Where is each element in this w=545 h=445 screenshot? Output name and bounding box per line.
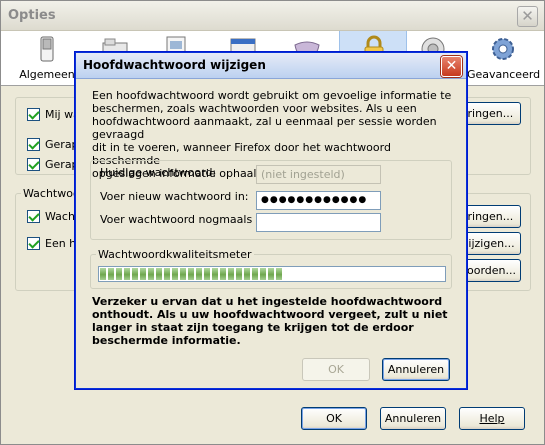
close-icon: ✕ [445, 58, 458, 74]
tab-algemeen[interactable]: Algemeen [15, 31, 79, 85]
checkbox-gerapporteerd-1[interactable] [27, 138, 40, 151]
switch-icon [40, 36, 54, 62]
quality-meter-block [260, 268, 266, 280]
quality-meter-block [132, 268, 138, 280]
quality-meter-block [196, 268, 202, 280]
options-ok-button[interactable]: OK [301, 407, 367, 430]
quality-meter-block [164, 268, 170, 280]
new-password-field[interactable]: ●●●●●●●●●●●● [256, 191, 381, 210]
warning-line: onthoudt. Als u uw hoofdwachtwoord verge… [92, 308, 448, 321]
dialog-title: Hoofdwachtwoord wijzigen [83, 58, 266, 72]
current-password-label: Huidige wachtwoord: [100, 166, 217, 179]
dialog-close-button[interactable]: ✕ [441, 56, 462, 77]
quality-meter-block [244, 268, 250, 280]
help-label: Help [479, 412, 505, 425]
dialog-warning-text: Verzeker u ervan dat u het ingestelde ho… [92, 295, 452, 347]
quality-meter-block [108, 268, 114, 280]
confirm-password-field[interactable] [256, 213, 381, 232]
dialog-ok-button[interactable]: OK [302, 358, 370, 381]
quality-meter-block [268, 268, 274, 280]
gear-icon [492, 38, 514, 60]
quality-meter-block [204, 268, 210, 280]
quality-meter-block [140, 268, 146, 280]
quality-meter-block [276, 268, 282, 280]
password-quality-meter [98, 266, 446, 282]
confirm-password-label: Voer wachtwoord nogmaals in: [100, 213, 270, 226]
close-icon: ✕ [521, 7, 534, 25]
quality-meter-block [100, 268, 106, 280]
dialog-titlebar: Hoofdwachtwoord wijzigen ✕ [76, 53, 466, 79]
warning-line: Verzeker u ervan dat u het ingestelde ho… [92, 295, 443, 308]
quality-meter-block [252, 268, 258, 280]
quality-meter-block [188, 268, 194, 280]
checkbox-remember-passwords[interactable] [27, 210, 40, 223]
options-title: Opties [8, 8, 56, 23]
warning-line: langer in staat zijn toegang te krijgen … [92, 321, 414, 334]
intro-line: Een hoofdwachtwoord wordt gebruikt om ge… [92, 89, 452, 102]
new-password-label: Voer nieuw wachtwoord in: [100, 190, 249, 203]
options-cancel-button[interactable]: Annuleren [380, 407, 446, 430]
intro-line: beschermen, zoals wachtwoorden voor webs… [92, 102, 417, 115]
change-master-password-dialog: Hoofdwachtwoord wijzigen ✕ Een hoofdwach… [75, 52, 467, 389]
checkbox-mij-waarschuwen[interactable] [27, 108, 40, 121]
quality-meter-block [228, 268, 234, 280]
options-close-button[interactable]: ✕ [517, 6, 538, 27]
checkbox-master-password[interactable] [27, 237, 40, 250]
tab-geavanceerd-label: Geavanceerd [467, 68, 541, 81]
dialog-cancel-button[interactable]: Annuleren [382, 358, 450, 381]
quality-meter-block [148, 268, 154, 280]
options-help-button[interactable]: Help [459, 407, 525, 430]
quality-meter-block [220, 268, 226, 280]
intro-line: hoofdwachtwoord aanmaakt, zal u eenmaal … [92, 115, 437, 141]
quality-meter-block [172, 268, 178, 280]
quality-meter-block [236, 268, 242, 280]
quality-meter-block [124, 268, 130, 280]
quality-meter-block [180, 268, 186, 280]
options-titlebar: Opties ✕ [1, 1, 544, 31]
quality-meter-title: Wachtwoordkwaliteitsmeter [96, 248, 254, 261]
tab-geavanceerd[interactable]: Geavanceerd [467, 31, 541, 85]
quality-meter-block [156, 268, 162, 280]
warning-line: beschermde informatie. [92, 334, 241, 347]
quality-meter-block [212, 268, 218, 280]
current-password-field: (niet ingesteld) [256, 165, 381, 184]
checkbox-gerapporteerd-2[interactable] [27, 158, 40, 171]
quality-meter-block [116, 268, 122, 280]
quality-meter-fill [100, 268, 444, 280]
tab-algemeen-label: Algemeen [19, 68, 75, 81]
